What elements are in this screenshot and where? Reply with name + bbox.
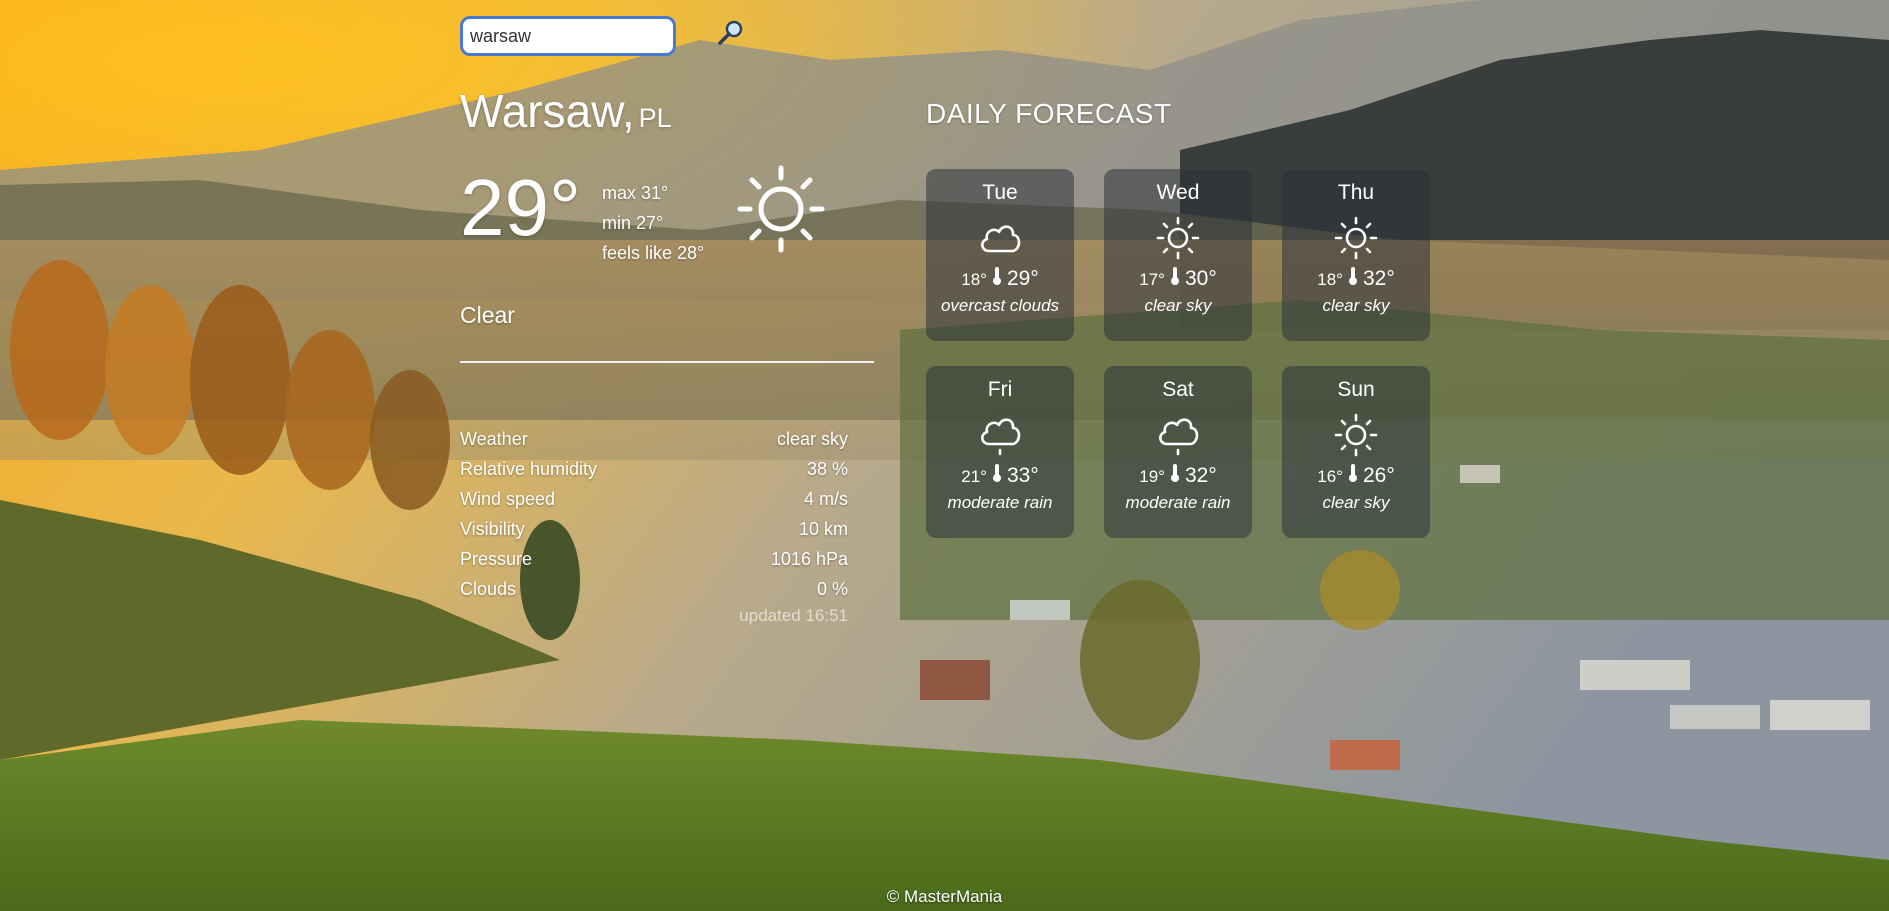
current-temperature: 29°	[460, 163, 581, 252]
detail-row-weather: Weather clear sky	[460, 424, 848, 454]
divider	[460, 361, 874, 363]
current-condition: Clear	[460, 302, 515, 328]
forecast-day: Thu	[1337, 181, 1375, 204]
detail-row-visibility: Visibility 10 km	[460, 514, 848, 544]
forecast-max: 29°	[1006, 267, 1039, 290]
sun-icon	[1331, 213, 1381, 263]
forecast-description: clear sky	[1144, 296, 1212, 315]
rain-cloud-icon	[1153, 410, 1203, 460]
cloud-icon	[975, 213, 1025, 263]
forecast-description: clear sky	[1322, 296, 1390, 315]
forecast-max: 33°	[1006, 464, 1039, 487]
sun-icon	[736, 164, 826, 254]
detail-row-clouds: Clouds 0 %	[460, 574, 848, 604]
search-input[interactable]	[460, 16, 676, 56]
detail-label: Visibility	[460, 519, 525, 539]
forecast-max: 30°	[1184, 267, 1217, 290]
detail-label: Clouds	[460, 579, 517, 599]
forecast-day: Fri	[987, 378, 1013, 401]
detail-value: clear sky	[776, 429, 848, 449]
forecast-card-wed: Wed 17° 30° clear sky	[1104, 169, 1252, 341]
footer-credit: © MasterMania	[886, 887, 1003, 906]
detail-row-pressure: Pressure 1016 hPa	[460, 544, 848, 574]
forecast-card-thu: Thu 18° 32° clear sky	[1282, 169, 1430, 341]
forecast-description: moderate rain	[1125, 493, 1231, 512]
thermometer-icon	[1170, 464, 1180, 482]
forecast-min: 19°	[1139, 467, 1165, 486]
min-temperature: min 27°	[602, 213, 664, 233]
thermometer-icon	[1170, 267, 1180, 285]
detail-value: 0 %	[816, 579, 848, 599]
detail-value: 10 km	[798, 519, 848, 539]
sun-icon	[1153, 213, 1203, 263]
detail-value: 4 m/s	[803, 489, 848, 509]
search-button[interactable]	[716, 18, 746, 48]
sun-icon	[1331, 410, 1381, 460]
city-name: Warsaw,	[460, 85, 635, 137]
forecast-temps: 21° 33°	[926, 464, 1074, 488]
forecast-max: 26°	[1362, 464, 1395, 487]
feels-like-temperature: feels like 28°	[602, 243, 705, 263]
forecast-day: Tue	[982, 181, 1018, 204]
forecast-description: moderate rain	[947, 493, 1053, 512]
detail-row-humidity: Relative humidity 38 %	[460, 454, 848, 484]
rain-cloud-icon	[975, 410, 1025, 460]
forecast-day: Sat	[1162, 378, 1194, 401]
forecast-min: 17°	[1139, 270, 1165, 289]
forecast-temps: 18° 29°	[926, 267, 1074, 291]
country-code: PL	[638, 103, 672, 133]
thermometer-icon	[1348, 267, 1358, 285]
detail-label: Relative humidity	[460, 459, 598, 479]
thermometer-icon	[1348, 464, 1358, 482]
forecast-day: Sun	[1337, 378, 1375, 401]
city-title: Warsaw, PL	[460, 84, 672, 138]
forecast-day: Wed	[1156, 181, 1200, 204]
forecast-max: 32°	[1362, 267, 1395, 290]
forecast-description: overcast clouds	[940, 296, 1060, 315]
thermometer-icon	[992, 267, 1002, 285]
forecast-card-sun: Sun 16° 26° clear sky	[1282, 366, 1430, 538]
forecast-temps: 18° 32°	[1282, 267, 1430, 291]
max-temperature: max 31°	[602, 183, 669, 203]
forecast-max: 32°	[1184, 464, 1217, 487]
forecast-card-sat: Sat 19° 32° moderate rain	[1104, 366, 1252, 538]
forecast-card-fri: Fri 21° 33° moderate rain	[926, 366, 1074, 538]
detail-value: 1016 hPa	[770, 549, 848, 569]
magnifier-icon	[718, 20, 743, 45]
detail-value: 38 %	[806, 459, 848, 479]
forecast-min: 16°	[1317, 467, 1343, 486]
forecast-card-tue: Tue 18° 29° overcast clouds	[926, 169, 1074, 341]
detail-label: Wind speed	[460, 489, 556, 509]
updated-time: updated 16:51	[739, 606, 848, 625]
temperature-range: max 31° min 27° feels like 28°	[602, 178, 704, 268]
weather-details: Weather clear sky Relative humidity 38 %…	[460, 424, 848, 604]
detail-row-wind: Wind speed 4 m/s	[460, 484, 848, 514]
detail-label: Weather	[460, 429, 528, 449]
forecast-temps: 19° 32°	[1104, 464, 1252, 488]
forecast-description: clear sky	[1322, 493, 1390, 512]
thermometer-icon	[992, 464, 1002, 482]
forecast-min: 18°	[961, 270, 987, 289]
forecast-temps: 16° 26°	[1282, 464, 1430, 488]
forecast-min: 21°	[961, 467, 987, 486]
forecast-title: DAILY FORECAST	[926, 98, 1172, 129]
forecast-min: 18°	[1317, 270, 1343, 289]
detail-label: Pressure	[460, 549, 533, 569]
forecast-temps: 17° 30°	[1104, 267, 1252, 291]
